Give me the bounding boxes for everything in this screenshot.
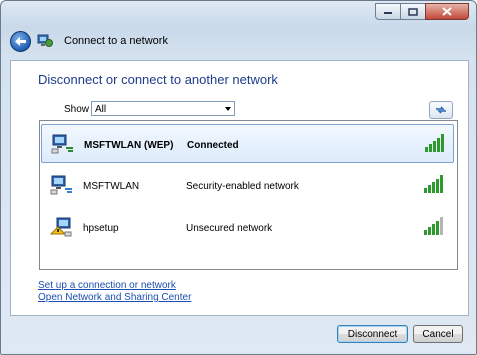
signal-strength-icon: [425, 134, 444, 152]
window-controls: [375, 3, 469, 20]
network-sharing-center-link[interactable]: Open Network and Sharing Center: [38, 292, 191, 303]
page-heading: Disconnect or connect to another network: [38, 72, 278, 87]
maximize-icon: [408, 7, 418, 16]
network-name: hpsetup: [83, 223, 119, 234]
minimize-icon: [384, 11, 392, 14]
network-row-hpsetup[interactable]: hpsetup Unsecured network: [41, 208, 454, 247]
network-row-msftwlan[interactable]: MSFTWLAN Security-enabled network: [41, 166, 454, 205]
network-name: MSFTWLAN: [83, 181, 140, 192]
close-icon: [442, 7, 452, 16]
network-name: MSFTWLAN (WEP): [84, 140, 174, 151]
show-filter-select[interactable]: All: [91, 101, 235, 116]
network-status: Connected: [187, 140, 239, 151]
unsecured-network-icon: [50, 217, 72, 237]
refresh-icon: [436, 106, 446, 114]
signal-strength-icon: [424, 175, 443, 193]
wireless-network-icon: [50, 175, 72, 195]
dropdown-arrow-icon: [225, 107, 231, 111]
refresh-button[interactable]: [429, 101, 453, 119]
minimize-button[interactable]: [375, 3, 401, 20]
network-globe-icon: [37, 34, 53, 47]
network-row-msftwlan-wep[interactable]: MSFTWLAN (WEP) Connected: [41, 124, 454, 163]
disconnect-button[interactable]: Disconnect: [337, 325, 408, 343]
close-button[interactable]: [425, 3, 469, 20]
setup-connection-link[interactable]: Set up a connection or network: [38, 280, 176, 291]
signal-strength-icon: [424, 217, 443, 235]
back-arrow-icon: [15, 37, 26, 46]
network-status: Unsecured network: [186, 223, 273, 234]
back-button[interactable]: [10, 31, 31, 52]
show-filter-label: Show: [64, 104, 90, 115]
connected-network-icon: [51, 134, 73, 154]
window-title: Connect to a network: [64, 35, 168, 47]
content-panel: Disconnect or connect to another network…: [10, 60, 469, 316]
cancel-button[interactable]: Cancel: [413, 325, 463, 343]
show-filter-value: All: [95, 104, 107, 115]
network-list: MSFTWLAN (WEP) Connected MSFTWLAN Securi…: [39, 120, 458, 270]
maximize-button[interactable]: [400, 3, 426, 20]
network-status: Security-enabled network: [186, 181, 299, 192]
dialog-window: Connect to a network Disconnect or conne…: [0, 0, 477, 355]
